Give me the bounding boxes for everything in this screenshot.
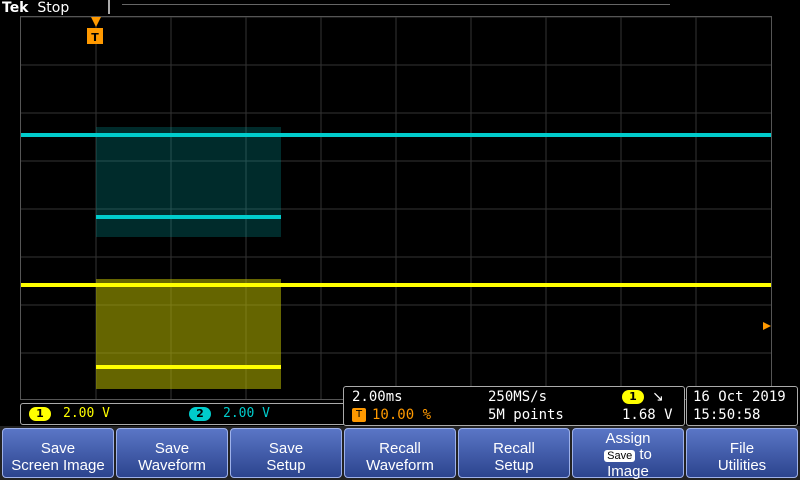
time-display: 15:50:58 [693, 407, 761, 423]
assign-save-to-image-button[interactable]: Assign Save to Image [572, 428, 684, 480]
ch1-badge: 1 [29, 406, 51, 421]
brand-label: Tek [2, 0, 29, 16]
trigger-marker-label: T [91, 31, 99, 44]
date-time-box: 16 Oct 2019 15:50:58 [686, 386, 798, 426]
save-setup-button[interactable]: Save Setup [230, 428, 342, 478]
date-display: 16 Oct 2019 [693, 389, 786, 405]
file-utilities-button[interactable]: File Utilities [686, 428, 798, 478]
ch2-scale: 2.00 V [223, 406, 270, 421]
recall-setup-button[interactable]: Recall Setup [458, 428, 570, 478]
trigger-position: 10.00 % [372, 407, 432, 423]
record-length: 5M points [488, 407, 564, 423]
ch1-scale: 2.00 V [63, 406, 110, 421]
recall-waveform-button[interactable]: Recall Waveform [344, 428, 456, 478]
sample-rate: 250MS/s [488, 389, 548, 405]
timebase-readout: 2.00ms 250MS/s 1 ↘ T 10.00 % 5M points 1… [343, 386, 685, 426]
status-bar: Tek Stop [0, 0, 800, 16]
time-per-div: 2.00ms [352, 389, 403, 405]
trigger-source-badge: 1 [622, 390, 644, 404]
oscilloscope-screen: Tek Stop T 1 2.00 V 2 2.00 V 2.00ms 250M… [0, 0, 800, 480]
waveform-display: T 2 1 [20, 16, 772, 400]
acquisition-state: Stop [37, 0, 70, 16]
trigger-level-marker [763, 322, 771, 330]
trigger-slope-icon: ↘ [652, 389, 664, 405]
trigger-position-icon: T [352, 408, 366, 422]
save-screen-image-button[interactable]: Save Screen Image [2, 428, 114, 478]
save-key-icon: Save [604, 450, 636, 462]
trigger-level: 1.68 V [622, 407, 673, 423]
trigger-marker: T [87, 17, 103, 44]
save-waveform-button[interactable]: Save Waveform [116, 428, 228, 478]
brand-status: Tek Stop [2, 0, 69, 16]
softkey-menu: Save Screen Image Save Waveform Save Setup … [0, 426, 800, 480]
ch2-badge: 2 [189, 406, 211, 421]
channel-readout: 1 2.00 V 2 2.00 V [20, 403, 347, 425]
record-view-indicator [122, 4, 670, 13]
